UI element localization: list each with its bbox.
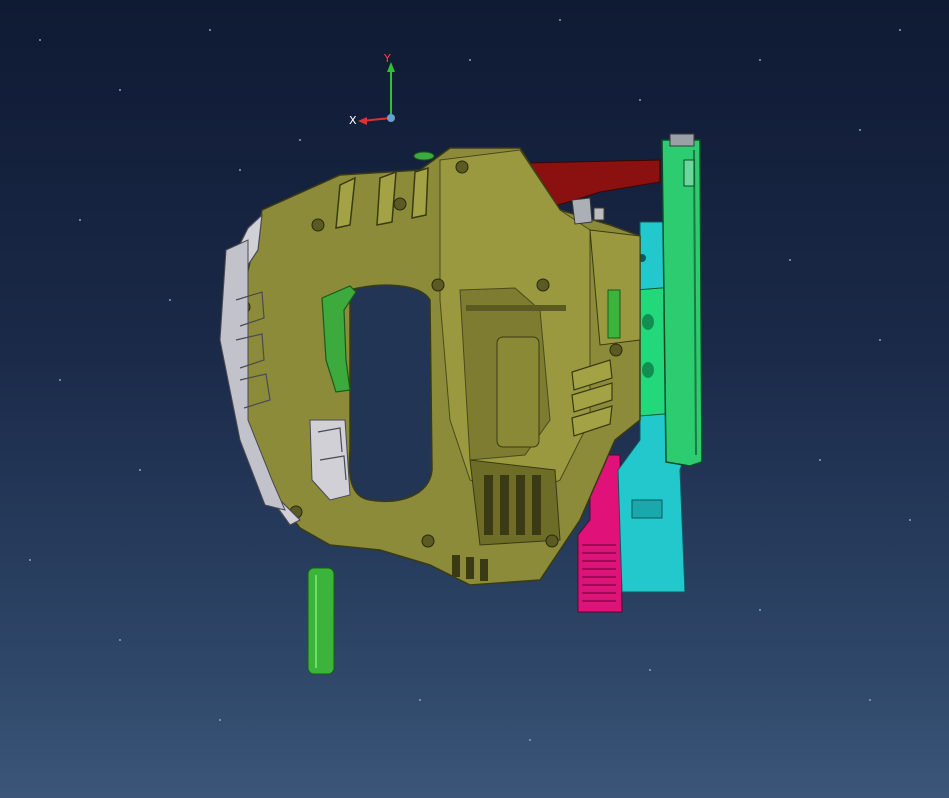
axis-x-arrow-icon xyxy=(358,117,367,125)
top-knob[interactable] xyxy=(413,151,435,161)
axis-compass[interactable] xyxy=(358,62,395,125)
model-scene[interactable] xyxy=(0,0,949,798)
power-cord[interactable] xyxy=(307,567,335,675)
base-plate[interactable] xyxy=(661,133,703,467)
side-ribs xyxy=(571,359,613,437)
cad-3d-viewport[interactable]: Y X xyxy=(0,0,949,798)
handle-opening xyxy=(348,284,433,502)
axis-y-label: Y xyxy=(384,52,391,65)
lever-latch[interactable] xyxy=(571,197,605,225)
axis-origin-icon xyxy=(387,114,395,122)
axis-x-label: X xyxy=(349,114,357,127)
vent-grille xyxy=(469,459,561,546)
